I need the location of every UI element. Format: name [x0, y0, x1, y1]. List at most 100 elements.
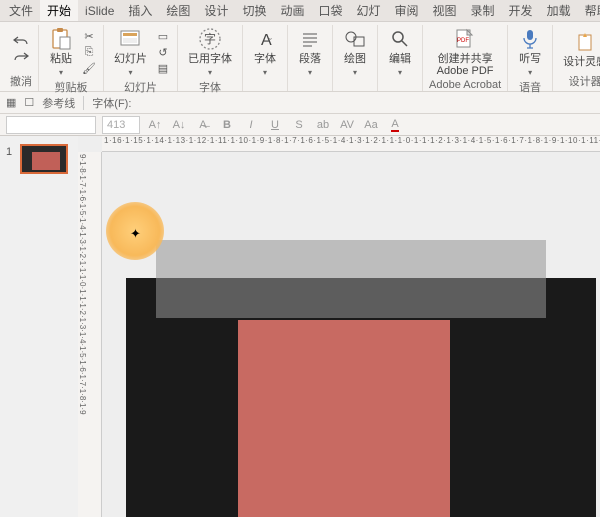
- paste-button[interactable]: 粘贴 ▾: [45, 25, 77, 79]
- tab-file[interactable]: 文件: [2, 0, 40, 21]
- redo-icon[interactable]: [13, 50, 29, 64]
- group-undo: 撤消: [4, 25, 39, 91]
- font-field-label: 字体(F):: [92, 95, 131, 111]
- tab-draw[interactable]: 绘图: [159, 0, 197, 21]
- tab-developer[interactable]: 开发: [502, 0, 540, 21]
- increase-font-icon[interactable]: A↑: [146, 116, 164, 134]
- adobe-label: Adobe Acrobat: [429, 79, 501, 91]
- shapes-icon: [343, 27, 367, 51]
- undo-icon[interactable]: [13, 34, 29, 48]
- slide-thumbnail-1[interactable]: [20, 144, 68, 174]
- spacing-icon[interactable]: AV: [338, 116, 356, 134]
- undo-label: 撤消: [10, 73, 32, 89]
- strike-icon[interactable]: S: [290, 116, 308, 134]
- pdf-icon: PDF: [453, 27, 477, 51]
- clear-format-icon[interactable]: A̶: [194, 116, 212, 134]
- tab-help[interactable]: 帮助: [578, 0, 600, 21]
- svg-text:字: 字: [204, 31, 216, 46]
- new-slide-button[interactable]: 幻灯片 ▾: [110, 25, 151, 79]
- underline-icon[interactable]: U: [266, 116, 284, 134]
- chevron-down-icon: ▾: [263, 68, 267, 77]
- tab-animation[interactable]: 动画: [273, 0, 311, 21]
- shadow-icon[interactable]: ab: [314, 116, 332, 134]
- font-circle-icon: 字: [198, 27, 222, 51]
- chevron-down-icon: ▾: [353, 68, 357, 77]
- group-slides: 幻灯片 ▾ ▭ ↺ ▤ 幻灯片: [104, 25, 178, 91]
- tab-review[interactable]: 审阅: [388, 0, 426, 21]
- gray-overlay-shape[interactable]: [156, 240, 546, 318]
- quick-access-bar: ▦ ☐ 参考线 字体(F):: [0, 92, 600, 114]
- group-adobe: PDF 创建并共享 Adobe PDF Adobe Acrobat: [423, 25, 508, 91]
- designer-icon: [573, 30, 597, 54]
- group-applied-font: 字 已用字体 ▾ 字体: [178, 25, 243, 91]
- menu-bar: 文件 开始 iSlide 插入 绘图 设计 切换 动画 口袋 幻灯 审阅 视图 …: [0, 0, 600, 22]
- decrease-font-icon[interactable]: A↓: [170, 116, 188, 134]
- designer-label: 设计器: [569, 73, 600, 89]
- group-clipboard: 粘贴 ▾ ✂ ⎘ 🖌 剪贴板: [39, 25, 104, 91]
- tab-slideshow[interactable]: 幻灯: [349, 0, 387, 21]
- highlight-spot: [106, 202, 164, 260]
- tab-view[interactable]: 视图: [426, 0, 464, 21]
- clipboard-icon: [49, 27, 73, 51]
- font-size-combo[interactable]: 413: [102, 116, 140, 134]
- tab-design[interactable]: 设计: [197, 0, 235, 21]
- cut-icon[interactable]: ✂: [81, 29, 97, 43]
- group-paragraph: 段落 ▾: [288, 25, 333, 91]
- tab-pocket[interactable]: 口袋: [311, 0, 349, 21]
- tab-insert[interactable]: 插入: [121, 0, 159, 21]
- group-edit: 编辑 ▾: [378, 25, 423, 91]
- draw-button[interactable]: 绘图 ▾: [339, 25, 371, 79]
- tab-islide[interactable]: iSlide: [78, 2, 121, 20]
- edit-button[interactable]: 编辑 ▾: [384, 25, 416, 79]
- vertical-ruler[interactable]: 9·1·8·1·7·1·6·1·5·1·4·1·3·1·2·1·1·1·0·1·…: [78, 152, 102, 517]
- font-name-combo[interactable]: [6, 116, 96, 134]
- designer-button[interactable]: 设计灵感: [559, 28, 600, 70]
- paragraph-icon: [298, 27, 322, 51]
- red-square-shape[interactable]: [238, 320, 450, 517]
- slide-edit-area: 1·16·1·15·1·14·1·13·1·12·1·11·1·10·1·9·1…: [78, 136, 600, 517]
- group-font: Aˇ 字体 ▾: [243, 25, 288, 91]
- adobe-pdf-button[interactable]: PDF 创建并共享 Adobe PDF: [433, 25, 498, 79]
- ribbon: 撤消 粘贴 ▾ ✂ ⎘ 🖌 剪贴板 幻灯片 ▾ ▭ ↺: [0, 22, 600, 92]
- chevron-down-icon: ▾: [398, 68, 402, 77]
- highlight-icon[interactable]: Aa: [362, 116, 380, 134]
- thumbnail-panel: 1: [0, 136, 78, 517]
- guides-label: 参考线: [42, 95, 75, 111]
- clipboard-label: 剪贴板: [55, 79, 88, 95]
- slide-canvas[interactable]: ✦: [102, 152, 600, 517]
- svg-text:ˇ: ˇ: [269, 37, 272, 47]
- applied-font-button[interactable]: 字 已用字体 ▾: [184, 25, 236, 79]
- reset-icon[interactable]: ↺: [155, 45, 171, 59]
- tab-home[interactable]: 开始: [40, 0, 78, 21]
- horizontal-ruler[interactable]: 1·16·1·15·1·14·1·13·1·12·1·11·1·10·1·9·1…: [102, 136, 600, 152]
- format-painter-icon[interactable]: 🖌: [81, 61, 97, 75]
- italic-icon[interactable]: I: [242, 116, 260, 134]
- slides-label: 幻灯片: [124, 79, 157, 95]
- chevron-down-icon: ▾: [128, 68, 132, 77]
- font-a-icon: Aˇ: [253, 27, 277, 51]
- grid-icon[interactable]: ▦: [6, 96, 16, 109]
- dictate-button[interactable]: 听写 ▾: [514, 25, 546, 79]
- group-designer: 设计灵感 设计器: [553, 25, 600, 91]
- tab-record[interactable]: 录制: [464, 0, 502, 21]
- bold-icon[interactable]: B: [218, 116, 236, 134]
- copy-icon[interactable]: ⎘: [81, 45, 97, 59]
- chevron-down-icon: ▾: [528, 68, 532, 77]
- new-slide-icon: [119, 27, 143, 51]
- font-group-label: 字体: [199, 79, 221, 95]
- tab-addins[interactable]: 加载: [540, 0, 578, 21]
- voice-label: 语音: [519, 79, 541, 95]
- font-button[interactable]: Aˇ 字体 ▾: [249, 25, 281, 79]
- group-voice: 听写 ▾ 语音: [508, 25, 553, 91]
- section-icon[interactable]: ▤: [155, 61, 171, 75]
- chevron-down-icon: ▾: [308, 68, 312, 77]
- tab-transition[interactable]: 切换: [235, 0, 273, 21]
- workspace: 1 1·16·1·15·1·14·1·13·1·12·1·11·1·10·1·9…: [0, 136, 600, 517]
- group-draw: 绘图 ▾: [333, 25, 378, 91]
- layout-icon[interactable]: ▭: [155, 29, 171, 43]
- guides-checkbox[interactable]: ☐: [24, 96, 34, 109]
- font-color-icon[interactable]: A: [386, 116, 404, 134]
- microphone-icon: [518, 27, 542, 51]
- chevron-down-icon: ▾: [59, 68, 63, 77]
- paragraph-button[interactable]: 段落 ▾: [294, 25, 326, 79]
